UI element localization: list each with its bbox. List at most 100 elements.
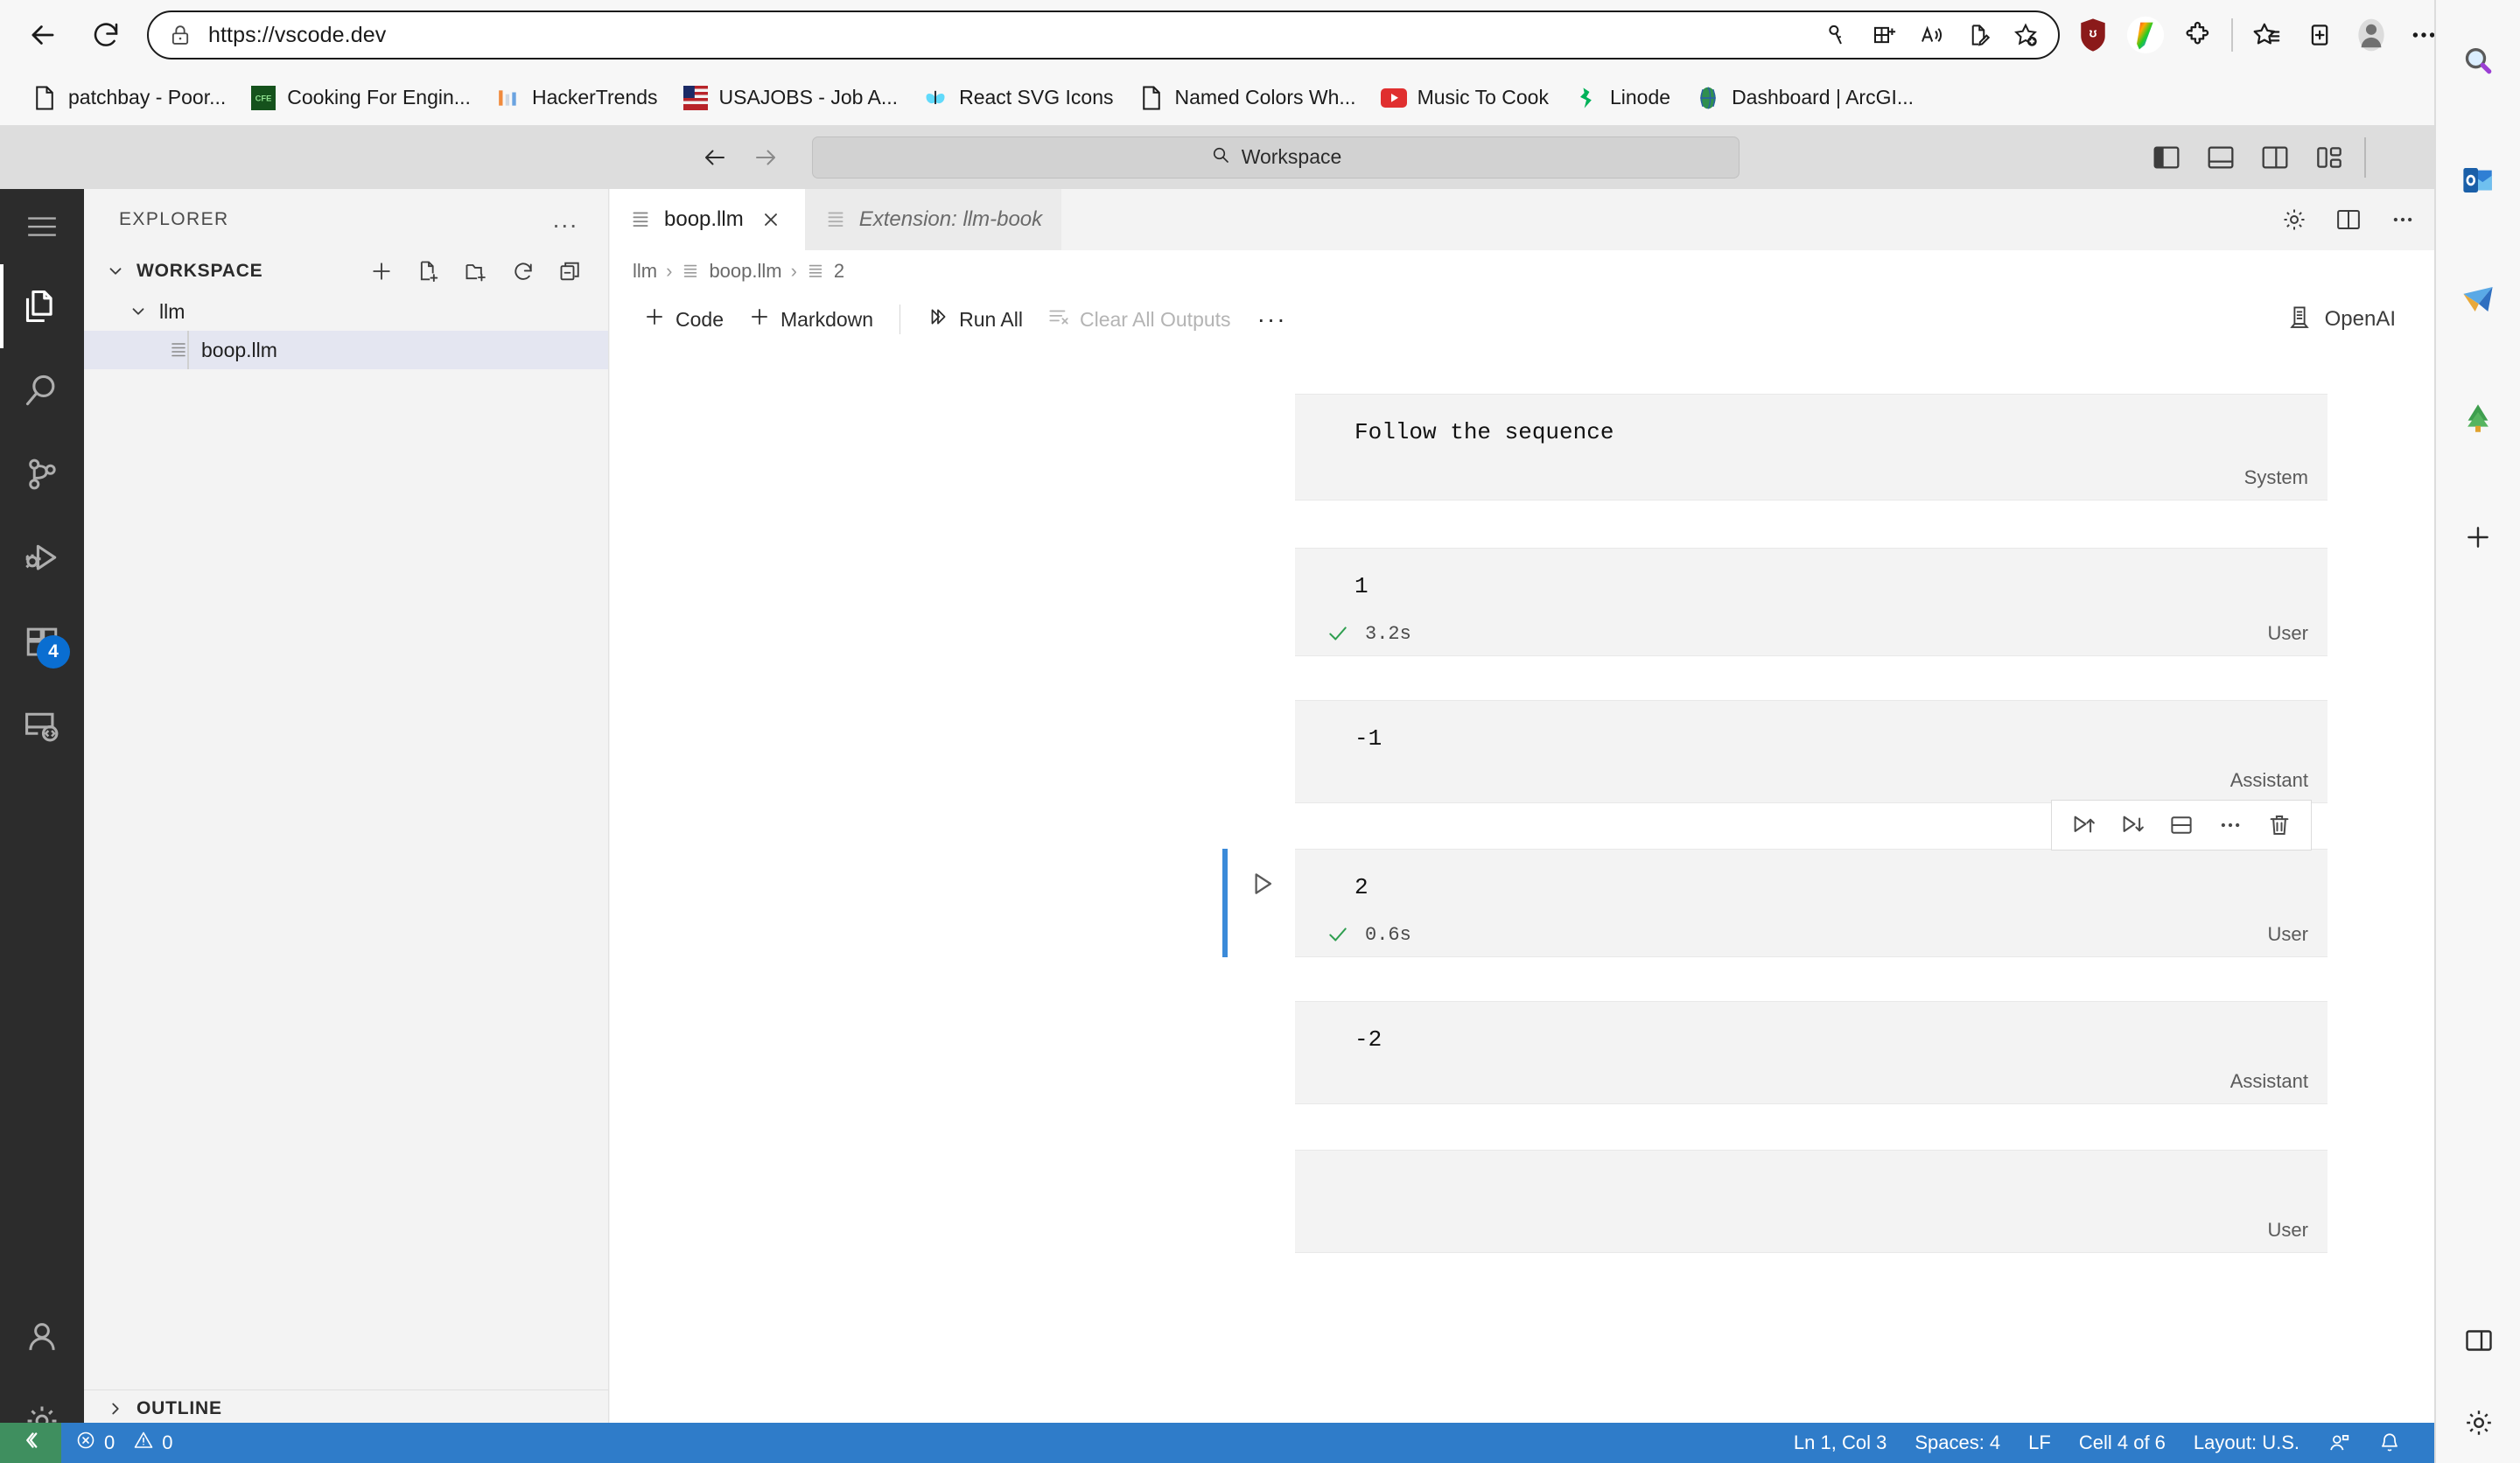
notebook-cell-system[interactable]: Follow the sequence System [610,394,2434,500]
status-eol[interactable]: LF [2014,1423,2065,1463]
cell-text[interactable]: -1 [1354,725,1382,752]
profile-avatar-icon[interactable] [2345,9,2398,61]
outlook-icon[interactable] [2450,152,2506,208]
toggle-secondary-sidebar-icon[interactable] [2258,140,2292,175]
toggle-primary-sidebar-icon[interactable] [2149,140,2184,175]
sidebar-item-search[interactable] [0,348,84,432]
paper-plane-icon[interactable] [2450,271,2506,327]
favorite-item[interactable]: Music To Cook [1368,76,1561,120]
delete-cell-icon[interactable] [2255,801,2304,850]
notebook-cell-user-2[interactable]: 2 0.6s User [610,849,2434,957]
favorite-item[interactable]: USAJOBS - Job A... [670,76,911,120]
execute-above-cells-icon[interactable] [2059,801,2108,850]
tree-icon[interactable] [2450,390,2506,446]
refresh-explorer-icon[interactable] [508,256,538,286]
add-workspace-folder-icon[interactable] [367,256,396,286]
edge-search-icon[interactable] [2450,33,2506,89]
explorer-more-actions-icon[interactable]: ... [553,206,578,234]
breadcrumb-item[interactable]: llm [633,260,657,283]
lock-icon[interactable] [168,23,192,47]
split-window-icon[interactable] [2451,1312,2507,1368]
read-aloud-icon[interactable] [1908,11,1955,59]
split-screen-icon[interactable] [1860,11,1908,59]
url-text[interactable]: https://vscode.dev [208,23,1813,48]
cell-content-box[interactable]: 1 3.2s User [1295,548,2328,656]
split-cell-icon[interactable] [2157,801,2206,850]
collections-icon[interactable] [2292,9,2345,61]
notebook-settings-icon[interactable] [2278,204,2310,235]
cell-content-box[interactable]: Follow the sequence System [1295,394,2328,500]
cell-content-box[interactable]: -2 Assistant [1295,1001,2328,1104]
tab-boop-llm[interactable]: boop.llm [610,189,805,250]
live-share-icon[interactable] [2314,1423,2364,1463]
status-problems[interactable]: 0 0 [61,1423,187,1463]
cell-text[interactable]: -2 [1354,1026,1382,1053]
command-center[interactable]: Workspace [812,136,1740,178]
execute-cell-button[interactable] [1244,866,1279,901]
favorites-icon[interactable] [2240,9,2292,61]
status-cursor-position[interactable]: Ln 1, Col 3 [1780,1423,1900,1463]
add-code-cell-button[interactable]: Code [631,299,736,340]
notebook-cell-assistant-2[interactable]: -2 Assistant [610,1001,2434,1104]
add-favorite-icon[interactable] [2002,11,2049,59]
favorite-item[interactable]: patchbay - Poor... [19,76,238,120]
cell-content-box[interactable]: -1 Assistant [1295,700,2328,803]
editor-forward-button[interactable] [751,143,780,172]
sidebar-item-remote-explorer[interactable] [0,684,84,768]
editor-back-button[interactable] [700,143,730,172]
cell-content-box[interactable]: 2 0.6s User [1295,849,2328,957]
color-picker-extension-icon[interactable] [2119,9,2172,61]
accounts-icon[interactable] [0,1295,84,1379]
cell-content-box[interactable]: User [1295,1150,2328,1253]
sidebar-settings-icon[interactable] [2451,1395,2507,1451]
favorite-item[interactable]: Named Colors Wh... [1126,76,1368,120]
more-editor-actions-icon[interactable] [2387,204,2418,235]
breadcrumb-item[interactable]: 2 [806,260,844,283]
tab-extension-llm-book[interactable]: Extension: llm-book [804,189,1062,250]
browser-back-button[interactable] [16,8,70,62]
notebook-more-actions-icon[interactable]: ··· [1243,305,1301,333]
favorite-item[interactable]: Dashboard | ArcGI... [1683,76,1926,120]
breadcrumb-item[interactable]: boop.llm [681,260,782,283]
execute-cell-and-below-icon[interactable] [2108,801,2157,850]
favorite-item[interactable]: Linode [1561,76,1683,120]
close-icon[interactable] [756,205,786,234]
toggle-panel-icon[interactable] [2203,140,2238,175]
sidebar-item-extensions[interactable]: 4 [0,600,84,684]
kernel-picker-button[interactable]: OpenAI [2274,298,2408,340]
tree-folder-llm[interactable]: llm [84,292,608,331]
sidebar-item-explorer[interactable] [0,264,84,348]
add-sidebar-app-icon[interactable] [2450,509,2506,565]
status-indentation[interactable]: Spaces: 4 [1900,1423,2014,1463]
cell-text[interactable]: Follow the sequence [1354,419,1614,445]
address-bar[interactable]: https://vscode.dev [147,10,2060,60]
new-folder-icon[interactable] [461,256,491,286]
edit-page-icon[interactable] [1955,11,2002,59]
run-all-button[interactable]: Run All [914,299,1035,340]
remote-indicator[interactable] [0,1423,61,1463]
bell-icon[interactable] [2364,1423,2415,1463]
notebook-cell-assistant-1[interactable]: -1 Assistant [610,700,2434,803]
favorite-item[interactable]: HackerTrends [483,76,670,120]
customize-layout-icon[interactable] [2312,140,2347,175]
tree-file-boop[interactable]: boop.llm [84,331,608,369]
sidebar-item-source-control[interactable] [0,432,84,516]
add-markdown-cell-button[interactable]: Markdown [736,299,886,340]
favorite-item[interactable]: React SVG Icons [910,76,1125,120]
status-cell-position[interactable]: Cell 4 of 6 [2065,1423,2180,1463]
ublock-origin-icon[interactable]: ʊ [2067,9,2119,61]
extensions-icon[interactable] [2172,9,2224,61]
clear-all-outputs-button[interactable]: Clear All Outputs [1035,299,1243,340]
notebook-cell-user-empty[interactable]: User [610,1150,2434,1253]
sidebar-item-run-and-debug[interactable] [0,516,84,600]
notebook-cell-user-1[interactable]: 1 3.2s User [610,548,2434,656]
favorite-item[interactable]: CFE Cooking For Engin... [238,76,483,120]
cell-text[interactable]: 2 [1354,874,1368,900]
status-keyboard-layout[interactable]: Layout: U.S. [2180,1423,2314,1463]
key-icon[interactable] [1813,11,1860,59]
split-editor-icon[interactable] [2333,204,2364,235]
browser-reload-button[interactable] [79,8,133,62]
collapse-folders-icon[interactable] [556,256,585,286]
more-cell-actions-icon[interactable] [2206,801,2255,850]
workspace-pane-header[interactable]: WORKSPACE [84,250,608,292]
